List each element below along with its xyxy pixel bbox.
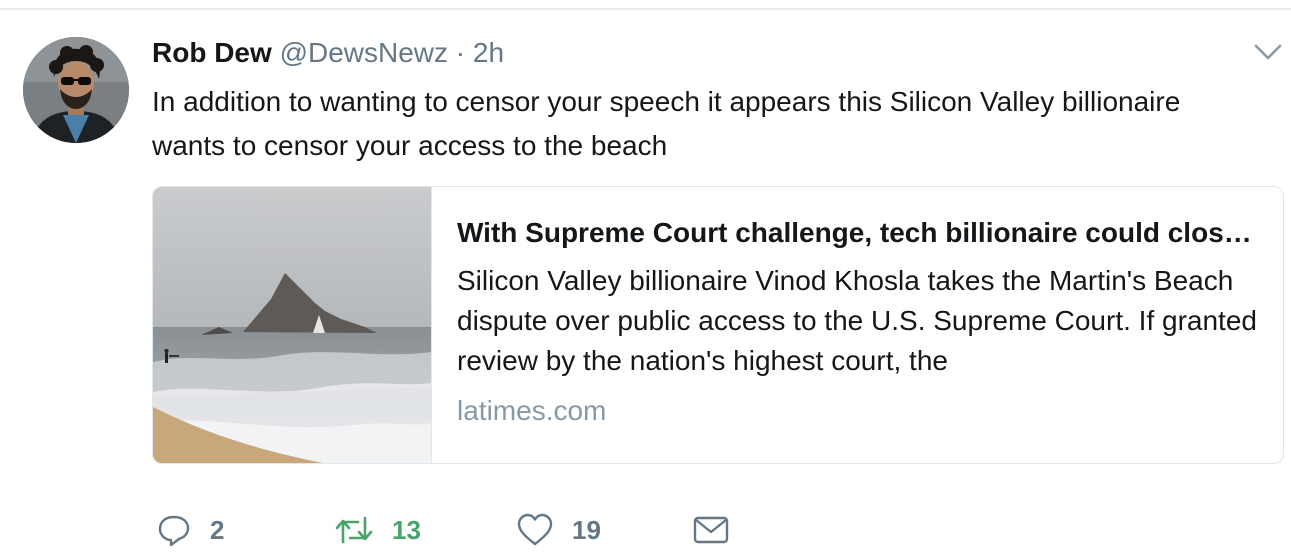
avatar-icon — [23, 37, 129, 143]
timestamp[interactable]: 2h — [473, 37, 504, 68]
chevron-down-icon — [1254, 44, 1282, 60]
direct-message-button[interactable] — [692, 510, 730, 550]
link-card[interactable]: With Supreme Court challenge, tech billi… — [152, 186, 1284, 464]
card-description: Silicon Valley billionaire Vinod Khosla … — [457, 265, 1257, 376]
reply-icon — [158, 515, 190, 547]
retweet-count: 13 — [392, 514, 421, 545]
more-options-button[interactable] — [1252, 40, 1284, 64]
username[interactable]: @DewsNewz — [280, 37, 448, 68]
envelope-icon — [693, 516, 729, 544]
card-domain: latimes.com — [457, 395, 607, 426]
beach-photo — [153, 187, 431, 463]
reply-count: 2 — [210, 514, 225, 545]
tweet-text: In addition to wanting to censor your sp… — [152, 86, 1181, 161]
fullname[interactable]: Rob Dew — [152, 37, 272, 68]
retweet-icon — [335, 516, 373, 544]
card-image — [153, 187, 432, 463]
separator-dot: · — [455, 37, 466, 68]
like-count: 19 — [572, 514, 601, 545]
card-title: With Supreme Court challenge, tech billi… — [457, 217, 1257, 248]
like-button[interactable]: 19 — [516, 510, 601, 550]
heart-icon — [517, 513, 553, 546]
retweet-button[interactable]: 13 — [334, 510, 421, 550]
tweet: Rob Dew @DewsNewz · 2h In addition to wa… — [0, 10, 1291, 552]
tweet-header: Rob Dew @DewsNewz · 2h — [152, 36, 504, 70]
reply-button[interactable]: 2 — [156, 510, 224, 550]
avatar[interactable] — [23, 37, 129, 143]
card-body: With Supreme Court challenge, tech billi… — [457, 213, 1257, 429]
